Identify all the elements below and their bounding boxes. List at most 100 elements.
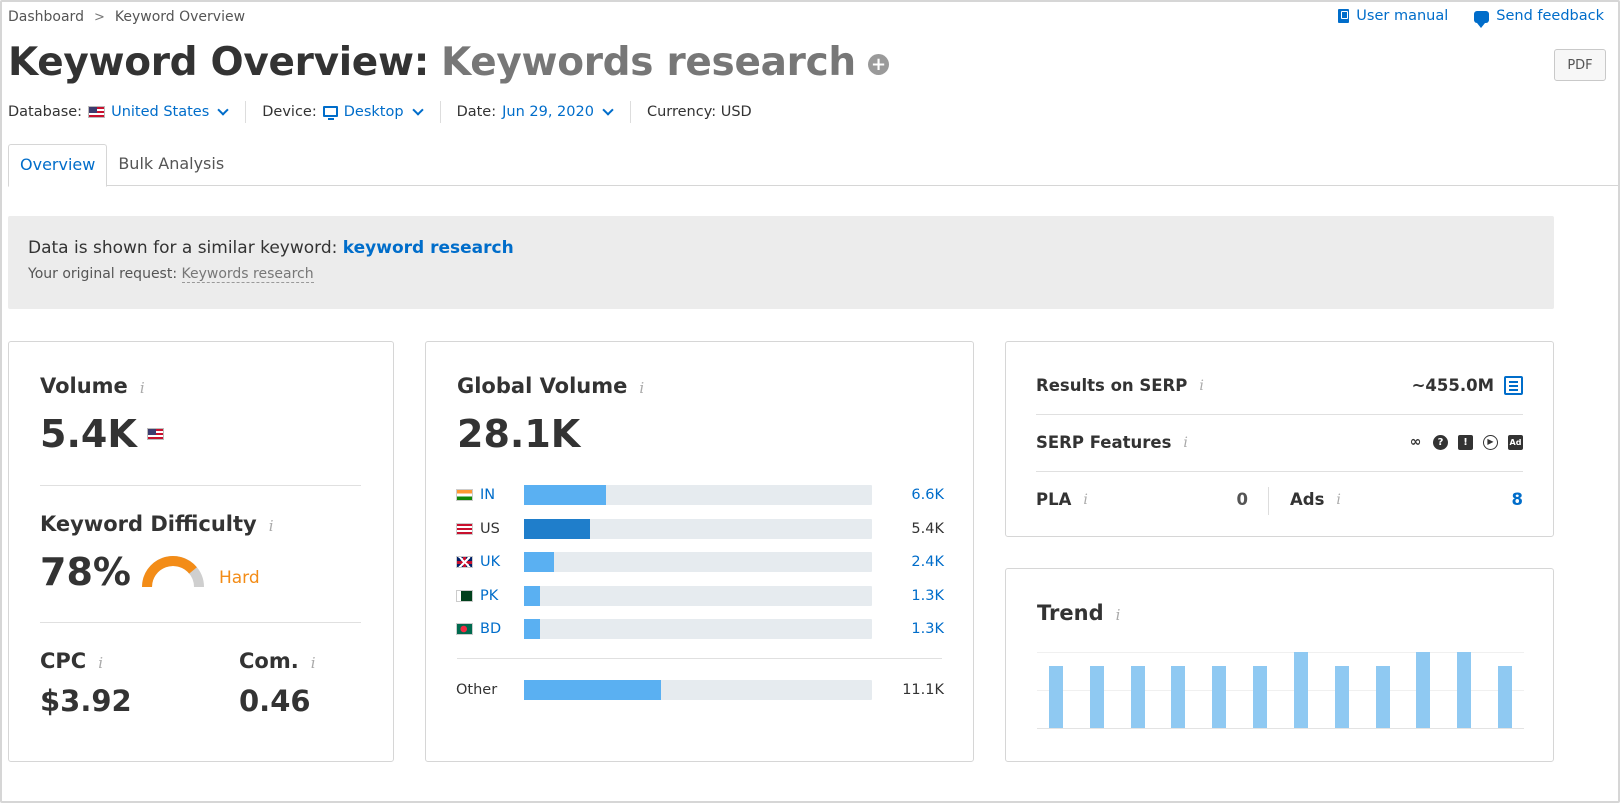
date-dropdown[interactable]: Jun 29, 2020 bbox=[502, 104, 614, 120]
us-flag-icon bbox=[146, 428, 164, 440]
country-bar-track bbox=[524, 518, 872, 539]
info-icon[interactable]: i bbox=[1083, 492, 1087, 508]
info-icon[interactable]: i bbox=[1336, 492, 1340, 508]
add-keyword-plus-icon[interactable]: + bbox=[867, 54, 889, 75]
country-volume-row: US 5.4K bbox=[456, 518, 944, 539]
pla-row: PLA i 0 bbox=[1036, 490, 1248, 509]
serp-snapshot-icon[interactable] bbox=[1504, 376, 1523, 395]
gridline bbox=[1037, 690, 1524, 691]
competition-label: Com. bbox=[239, 649, 299, 673]
breadcrumb-separator: > bbox=[93, 9, 105, 25]
device-dropdown[interactable]: Desktop bbox=[322, 104, 424, 120]
info-icon[interactable]: i bbox=[1183, 435, 1187, 451]
cpc-title: CPC i bbox=[40, 649, 103, 673]
top-links: User manual Send feedback bbox=[1338, 8, 1604, 28]
country-bar-fill bbox=[524, 552, 554, 572]
database-value: United States bbox=[111, 104, 210, 120]
trend-bar[interactable] bbox=[1171, 665, 1186, 728]
divider bbox=[1036, 414, 1523, 415]
competition-title: Com. i bbox=[239, 649, 316, 673]
chevron-down-icon bbox=[602, 104, 614, 116]
trend-label: Trend bbox=[1037, 601, 1104, 625]
trend-bar[interactable] bbox=[1212, 665, 1227, 728]
other-volume-row: Other 11.1K bbox=[456, 680, 944, 700]
info-icon[interactable]: i bbox=[639, 379, 644, 397]
country-volume-row: UK 2.4K bbox=[456, 552, 944, 572]
trend-bar[interactable] bbox=[1416, 652, 1431, 728]
tab-overview[interactable]: Overview bbox=[8, 144, 108, 187]
country-code[interactable]: IN bbox=[480, 487, 495, 503]
keyword-difficulty-label: Keyword Difficulty bbox=[40, 512, 257, 536]
country-code[interactable]: BD bbox=[480, 621, 501, 637]
trend-card: Trend i bbox=[1005, 568, 1554, 762]
trend-bar[interactable] bbox=[1253, 665, 1268, 728]
serp-features-row: SERP Features i ∞ ? ! ▶ Ad bbox=[1036, 433, 1523, 452]
page-title-keyword: Keywords research bbox=[441, 40, 856, 85]
keyword-difficulty-title: Keyword Difficulty i bbox=[40, 512, 274, 536]
global-volume-label: Global Volume bbox=[457, 374, 628, 398]
original-request-link[interactable]: Keywords research bbox=[181, 266, 314, 283]
tab-bar: Overview Bulk Analysis bbox=[8, 144, 1620, 187]
global-volume-card: Global Volume i 28.1K IN 6.6K US 5.4K UK 2.4K P… bbox=[425, 341, 974, 762]
gauge-fill bbox=[141, 556, 197, 588]
similar-keyword-link[interactable]: keyword research bbox=[343, 238, 514, 258]
trend-bar[interactable] bbox=[1457, 652, 1472, 728]
country-bar-track bbox=[524, 619, 872, 639]
country-code: US bbox=[480, 520, 500, 537]
pdf-export-button[interactable]: PDF bbox=[1554, 49, 1606, 81]
info-icon[interactable]: i bbox=[311, 654, 316, 672]
info-icon[interactable]: i bbox=[1116, 606, 1121, 624]
send-feedback-link[interactable]: Send feedback bbox=[1474, 8, 1604, 28]
trend-bar[interactable] bbox=[1375, 665, 1390, 728]
database-filter: Database: United States bbox=[8, 101, 247, 123]
tab-bulk-analysis[interactable]: Bulk Analysis bbox=[107, 144, 235, 186]
country-volume-value[interactable]: 6.6K bbox=[911, 487, 944, 503]
gridline bbox=[1037, 652, 1524, 653]
results-on-serp-value: ~455.0M bbox=[1411, 376, 1494, 395]
link-icon[interactable]: ∞ bbox=[1408, 435, 1423, 450]
info-icon[interactable]: i bbox=[140, 379, 145, 397]
trend-bar[interactable] bbox=[1498, 665, 1512, 728]
cpc-label: CPC bbox=[40, 649, 87, 673]
global-volume-title: Global Volume i bbox=[457, 374, 644, 398]
desktop-monitor-icon bbox=[322, 105, 338, 120]
country-cell: UK bbox=[456, 554, 524, 570]
other-label: Other bbox=[456, 682, 498, 698]
trend-bar[interactable] bbox=[1334, 665, 1349, 728]
divider bbox=[457, 658, 942, 659]
trend-bar[interactable] bbox=[1293, 652, 1308, 728]
video-icon[interactable]: ▶ bbox=[1483, 435, 1498, 450]
database-dropdown[interactable]: United States bbox=[88, 104, 229, 120]
similar-keyword-notice: Data is shown for a similar keyword: key… bbox=[8, 216, 1554, 309]
notice-text: Data is shown for a similar keyword: bbox=[28, 238, 338, 258]
ads-value[interactable]: 8 bbox=[1512, 490, 1523, 509]
ad-icon[interactable]: Ad bbox=[1508, 435, 1523, 450]
us-flag-icon bbox=[88, 106, 106, 118]
country-volume-value[interactable]: 1.3K bbox=[911, 621, 944, 637]
volume-value-row: 5.4K bbox=[40, 412, 164, 456]
chevron-down-icon bbox=[411, 104, 424, 116]
competition-value: 0.46 bbox=[239, 684, 311, 718]
country-code[interactable]: PK bbox=[480, 588, 498, 604]
chevron-down-icon bbox=[217, 104, 229, 116]
cpc-value: $3.92 bbox=[40, 684, 132, 718]
country-volume-value[interactable]: 2.4K bbox=[911, 554, 944, 570]
question-icon[interactable]: ? bbox=[1433, 435, 1448, 450]
info-icon[interactable]: i bbox=[1199, 378, 1203, 394]
review-icon[interactable]: ! bbox=[1458, 435, 1473, 450]
trend-bar[interactable] bbox=[1049, 665, 1063, 728]
info-icon[interactable]: i bbox=[98, 654, 103, 672]
date-filter: Date: Jun 29, 2020 bbox=[457, 101, 631, 123]
trend-bar[interactable] bbox=[1089, 665, 1104, 728]
user-manual-link[interactable]: User manual bbox=[1338, 8, 1448, 24]
info-icon[interactable]: i bbox=[269, 517, 274, 535]
volume-label: Volume bbox=[40, 374, 128, 398]
trend-bar[interactable] bbox=[1130, 665, 1145, 728]
currency-label: Currency: USD bbox=[646, 104, 752, 120]
country-cell: PK bbox=[456, 588, 524, 604]
page-title: Keyword Overview: Keywords research + bbox=[8, 40, 889, 85]
country-code[interactable]: UK bbox=[480, 554, 500, 570]
breadcrumb-dashboard[interactable]: Dashboard bbox=[8, 9, 84, 25]
country-volume-value[interactable]: 1.3K bbox=[911, 588, 944, 604]
other-bar-track bbox=[524, 680, 872, 700]
